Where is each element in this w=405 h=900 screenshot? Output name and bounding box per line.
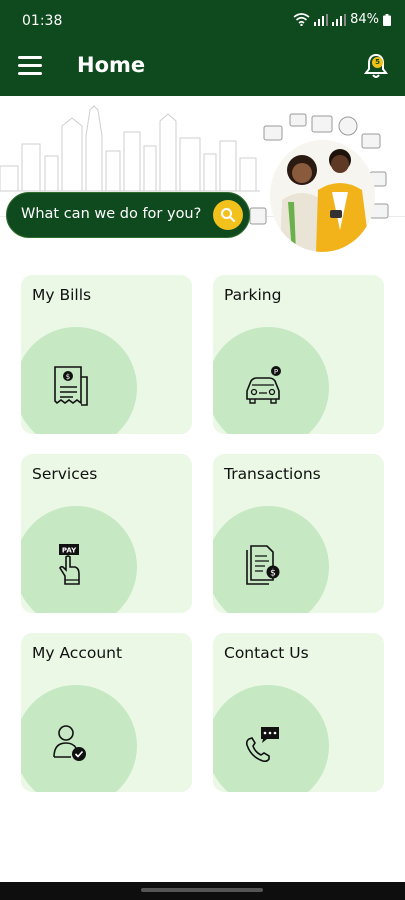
search-icon — [221, 208, 236, 223]
tile-label: Transactions — [224, 465, 321, 483]
bill-receipt-icon: $ — [54, 366, 88, 406]
tile-my-account[interactable]: My Account — [21, 633, 192, 792]
status-bar: 01:38 84% — [0, 0, 405, 40]
svg-text:$: $ — [66, 373, 70, 381]
pay-hand-icon: PAY — [59, 544, 80, 585]
signal-icon — [332, 13, 347, 26]
app-bar: Home 5 — [0, 40, 405, 96]
car-parking-icon: P — [246, 366, 281, 404]
document-dollar-icon: $ — [246, 545, 280, 585]
tile-label: Services — [32, 465, 98, 483]
status-icons: 84% — [293, 12, 391, 27]
people-photo — [270, 140, 375, 252]
svg-text:P: P — [274, 368, 278, 376]
tile-label: My Bills — [32, 286, 92, 304]
hero-banner: What can we do for you? — [0, 96, 405, 261]
battery-level: 84% — [350, 12, 379, 27]
menu-button[interactable] — [18, 56, 42, 78]
tile-label: Contact Us — [224, 644, 309, 662]
menu-icon — [18, 56, 42, 59]
tile-label: My Account — [32, 644, 123, 662]
status-time: 01:38 — [22, 13, 63, 29]
battery-icon — [383, 13, 391, 26]
tile-contact-us[interactable]: Contact Us — [213, 633, 384, 792]
signal-icon — [314, 13, 329, 26]
tile-label: Parking — [224, 286, 282, 304]
tile-transactions[interactable]: Transactions $ — [213, 454, 384, 613]
home-gesture-handle[interactable] — [141, 888, 263, 892]
user-check-icon — [53, 725, 86, 761]
svg-text:$: $ — [270, 569, 276, 579]
page-title: Home — [77, 53, 146, 77]
search-prompt-button[interactable]: What can we do for you? — [6, 192, 250, 238]
svg-text:PAY: PAY — [62, 547, 77, 555]
phone-chat-icon — [245, 727, 279, 763]
tile-my-bills[interactable]: My Bills $ — [21, 275, 192, 434]
notification-badge: 5 — [372, 57, 383, 68]
notifications-button[interactable]: 5 — [363, 52, 389, 80]
wifi-icon — [293, 13, 310, 26]
search-button[interactable] — [213, 200, 243, 230]
tile-parking[interactable]: Parking P — [213, 275, 384, 434]
tile-services[interactable]: Services PAY — [21, 454, 192, 613]
search-prompt-label: What can we do for you? — [21, 206, 202, 222]
